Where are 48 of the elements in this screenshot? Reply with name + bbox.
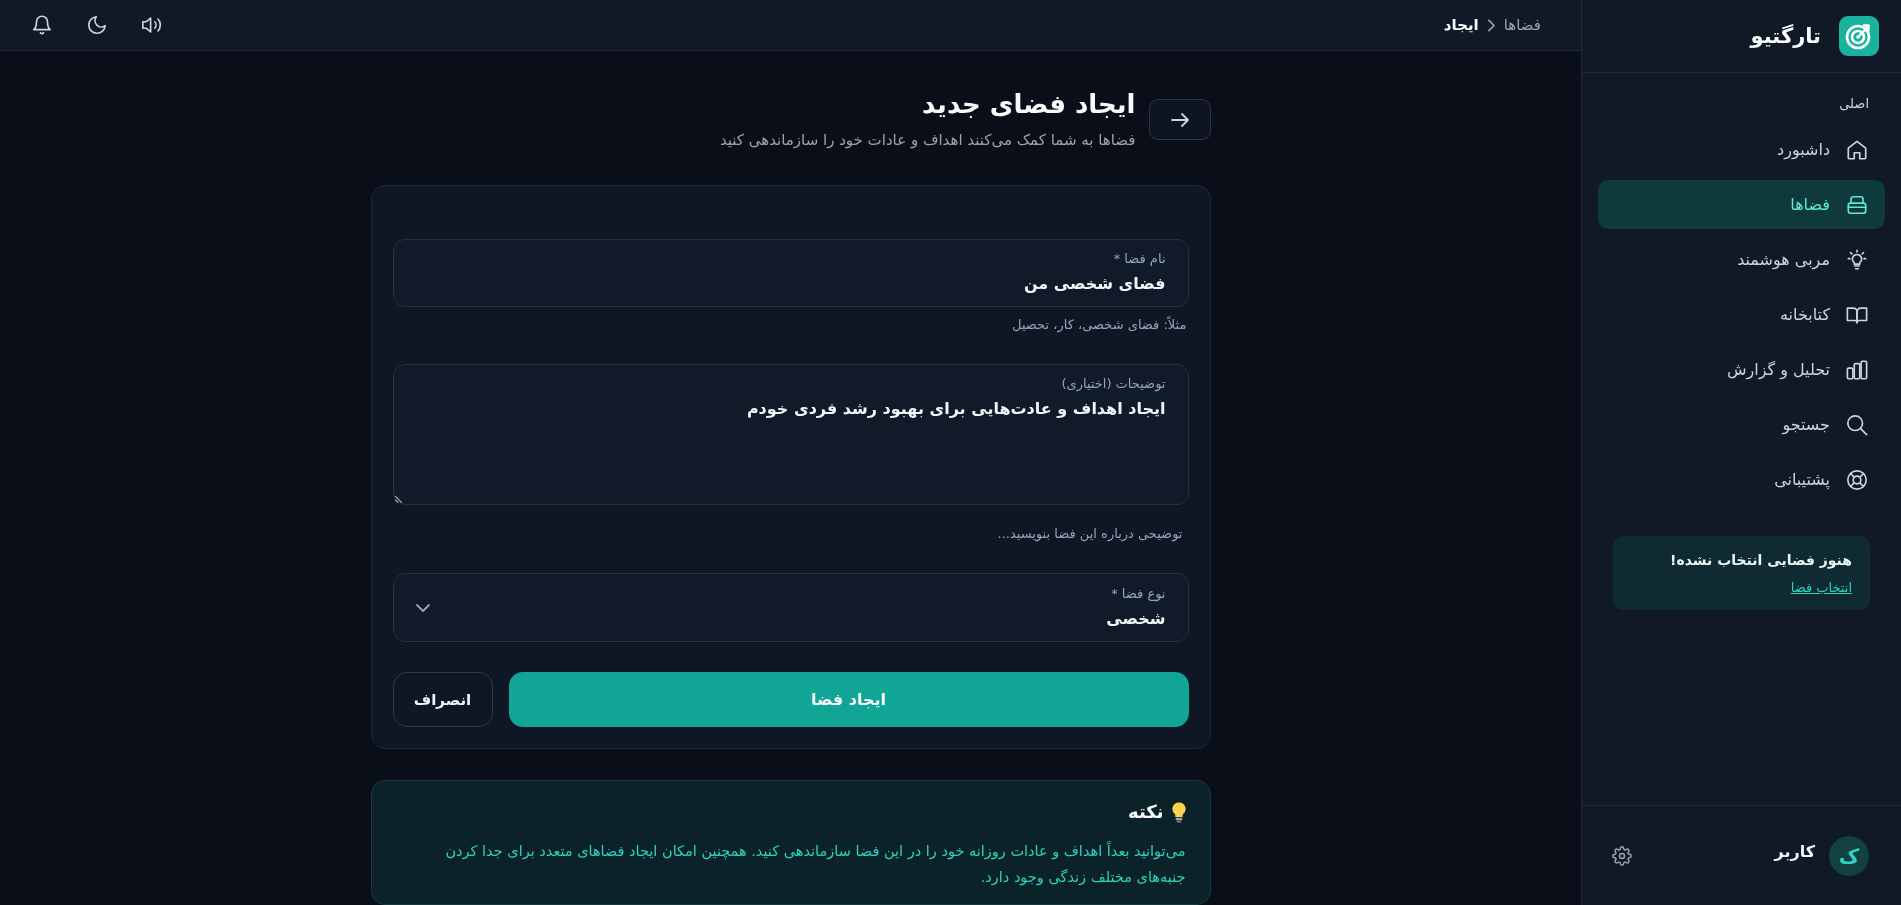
target-logo-icon: [1839, 16, 1879, 56]
nav-item[interactable]: مربی هوشمند: [1598, 235, 1885, 284]
field-value: فضای شخصی من: [1023, 273, 1166, 295]
textarea-field[interactable]: توضیحات (اختیاری) ایجاد اهداف و عادت‌هایی برای بهبود رشد فردی خودم: [392, 364, 1189, 505]
chevron-down-icon: [415, 603, 430, 612]
user-name: کاربر: [1774, 842, 1815, 861]
moon-icon[interactable]: [86, 14, 108, 36]
field-label: نام فضا *: [1113, 250, 1166, 268]
nav-item[interactable]: جستجو: [1598, 400, 1885, 449]
home-icon: [1846, 138, 1868, 161]
cancel-button[interactable]: انصراف: [392, 672, 493, 727]
helper-text: مثلاً: فضای شخصی، کار، تحصیل: [1012, 317, 1188, 332]
choose-space-link[interactable]: انتخاب فضا: [1790, 580, 1852, 595]
arrow-right-icon: [1170, 112, 1189, 127]
resize-handle-icon[interactable]: [394, 496, 402, 503]
lightbulb-icon: [1846, 248, 1868, 271]
field-value: ایجاد اهداف و عادت‌هایی برای بهبود رشد فردی خودم: [746, 398, 1166, 420]
helper-text: توضیحی درباره این فضا بنویسید...: [997, 526, 1184, 541]
bar-chart-icon: [1846, 358, 1868, 381]
lightbulb-icon: [1171, 801, 1186, 823]
tip-text: می‌توانید بعداً اهداف و عادات روزانه خود را در این فضا سازماندهی کنید. همچنین امکان ایجاد فضاهای متعدد برای جدا کردن جنبه‌های مختلف زندگی وجود دارد.: [444, 840, 1186, 888]
nav-item[interactable]: تحلیل و گزارش: [1598, 345, 1885, 394]
chevron-icon: [1487, 18, 1495, 32]
page-subtitle: فضاها به شما کمک می‌کنند اهداف و عادات خود را سازماندهی کنید: [719, 130, 1136, 151]
breadcrumb-link[interactable]: فضاها: [1503, 16, 1541, 34]
select-field[interactable]: نوع فضا * شخصی: [392, 573, 1189, 642]
nav-item[interactable]: فضاها: [1598, 180, 1885, 229]
field-label: نوع فضا *: [1111, 584, 1166, 603]
search-icon: [1846, 413, 1868, 436]
back-button[interactable]: [1148, 99, 1211, 140]
nav-item[interactable]: داشبورد: [1598, 125, 1885, 174]
nav-item[interactable]: پشتیبانی: [1598, 455, 1885, 504]
field-label: توضیحات (اختیاری): [1061, 375, 1166, 393]
tip-title: نکته: [1128, 800, 1164, 824]
page-title: ایجاد فضای جدید: [921, 88, 1136, 121]
nav-item[interactable]: کتابخانه: [1598, 290, 1885, 339]
text-field[interactable]: نام فضا * فضای شخصی من: [392, 239, 1189, 307]
user-avatar: ک: [1829, 835, 1869, 876]
bell-icon[interactable]: [31, 14, 53, 36]
breadcrumb-current: ایجاد: [1443, 16, 1479, 34]
box-icon: [1846, 193, 1868, 216]
settings-icon[interactable]: [1612, 845, 1632, 866]
brand-name: تارگتیو: [1750, 24, 1821, 48]
speaker-icon[interactable]: [141, 14, 163, 36]
field-value: شخصی: [1106, 607, 1166, 630]
notice-title: هنوز فضایی انتخاب نشده!: [1670, 552, 1852, 568]
lifebuoy-icon: [1846, 468, 1868, 491]
section-label: اصلی: [1838, 96, 1870, 111]
